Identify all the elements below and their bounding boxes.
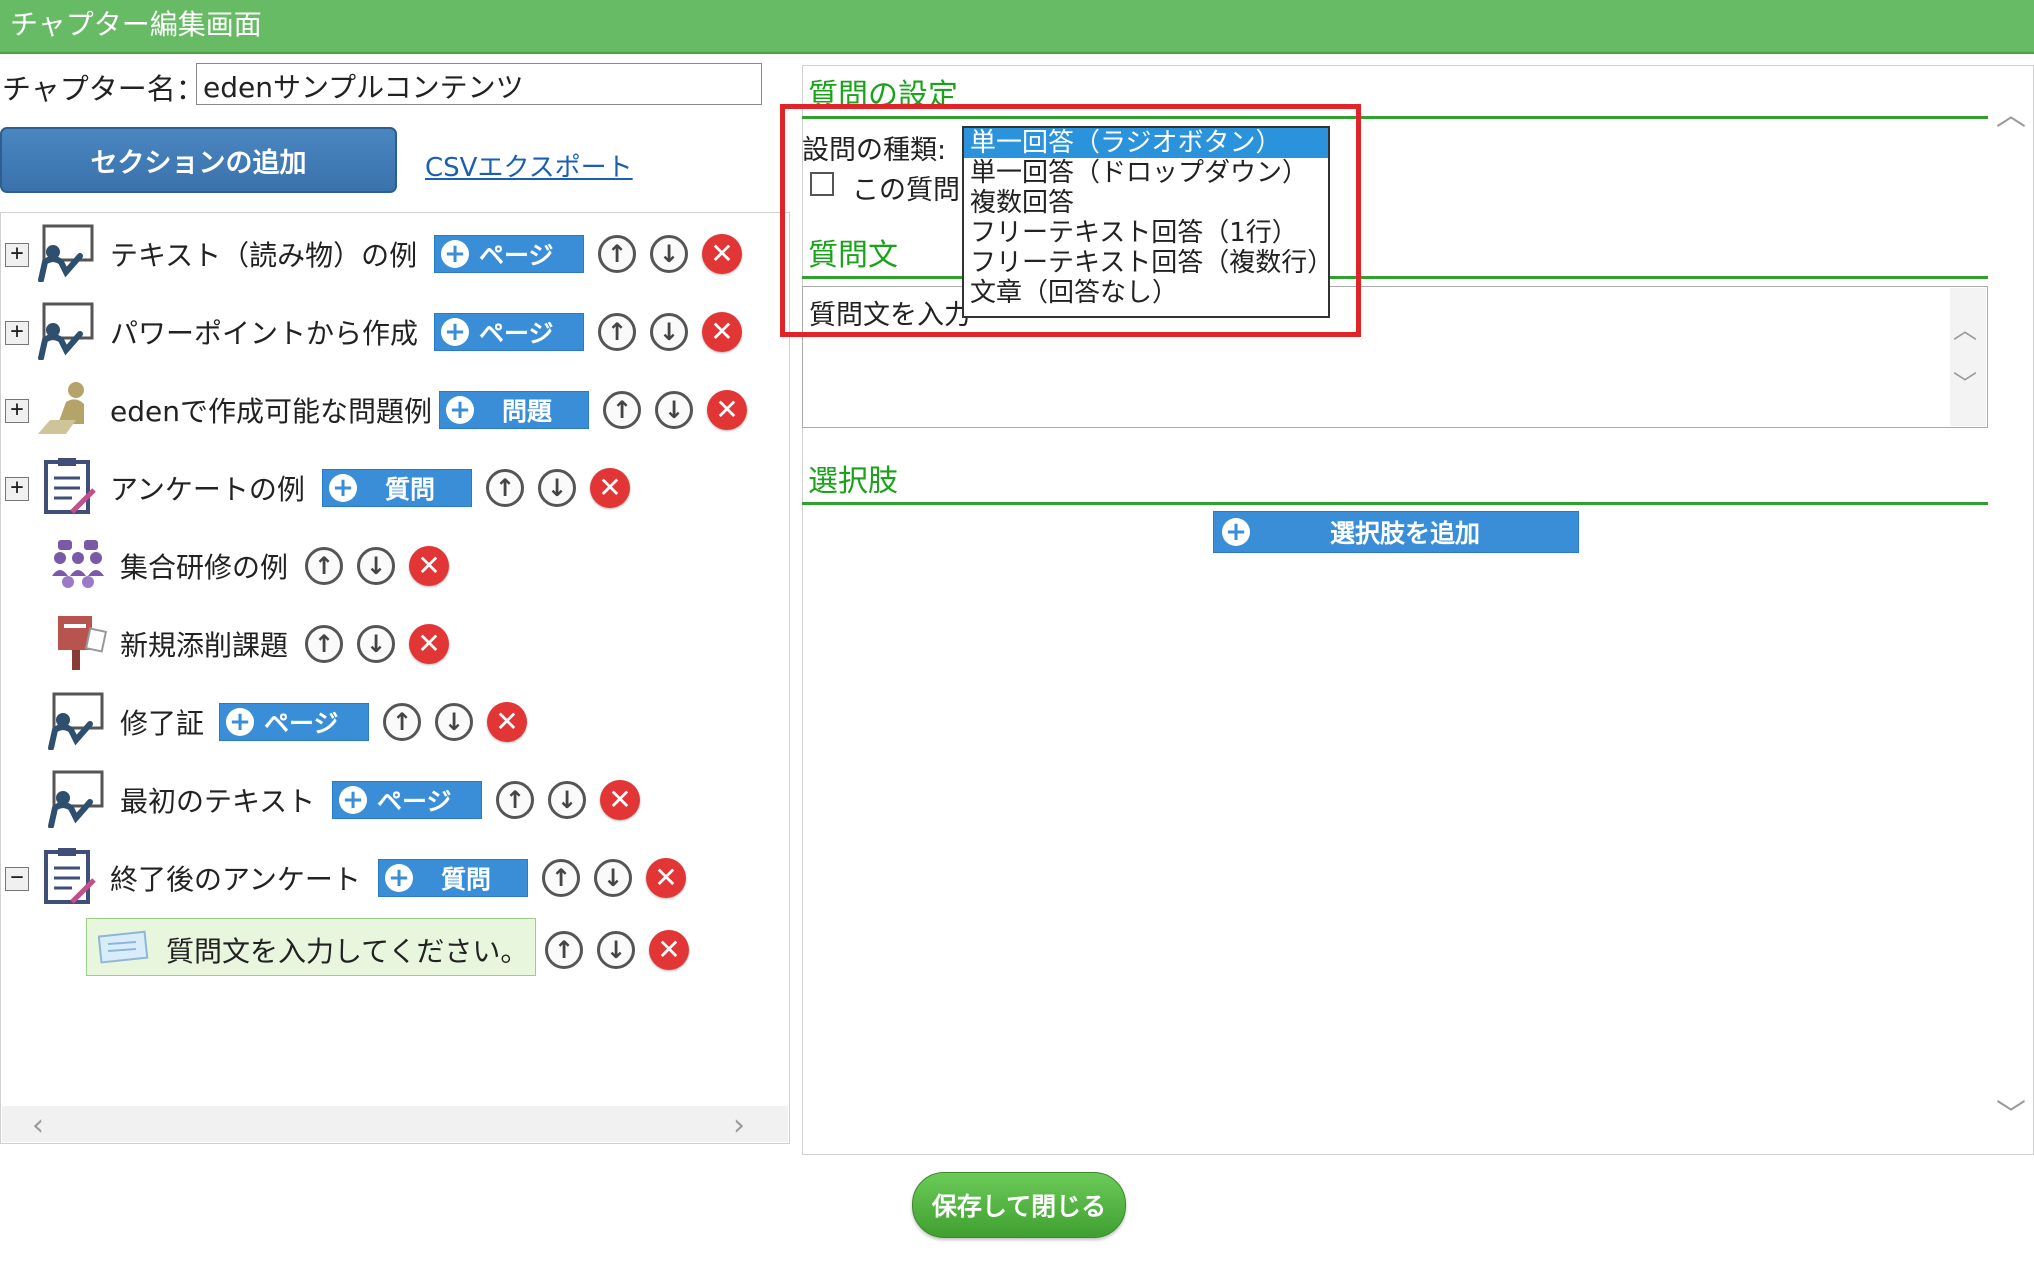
scroll-up-icon[interactable]: ︿ xyxy=(1953,310,1977,345)
window-title: チャプター編集画面 xyxy=(0,0,2034,54)
csv-export-link[interactable]: CSVエクスポート xyxy=(425,147,633,184)
tree-item-label[interactable]: 最初のテキスト xyxy=(120,780,315,820)
save-close-button[interactable]: 保存して閉じる xyxy=(912,1172,1126,1238)
scroll-down-icon[interactable]: ﹀ xyxy=(1953,364,1977,399)
plus-icon: + xyxy=(1222,517,1250,547)
clipboard-icon xyxy=(44,848,96,904)
add-section-button[interactable]: セクションの追加 xyxy=(0,127,397,193)
plus-icon: + xyxy=(441,318,469,346)
teacher-icon xyxy=(48,692,104,750)
plus-icon: + xyxy=(226,708,254,736)
highlight-annotation xyxy=(780,104,1361,337)
scroll-down-icon[interactable]: ﹀ xyxy=(1996,1090,2026,1134)
clipboard-icon xyxy=(44,458,96,514)
teacher-icon xyxy=(48,770,104,828)
delete-button[interactable]: ✕ xyxy=(649,930,689,970)
move-down-button[interactable]: ↓ xyxy=(548,781,586,819)
group-training-icon xyxy=(52,540,104,588)
move-up-button[interactable]: ↑ xyxy=(486,469,524,507)
move-up-button[interactable]: ↑ xyxy=(598,235,636,273)
scroll-left-icon[interactable]: ‹ xyxy=(32,1108,44,1143)
delete-button[interactable]: ✕ xyxy=(702,312,742,352)
move-down-button[interactable]: ↓ xyxy=(357,547,395,585)
delete-button[interactable]: ✕ xyxy=(590,468,630,508)
chapter-name-input[interactable]: edenサンプルコンテンツ xyxy=(196,63,762,105)
plus-icon: + xyxy=(441,240,469,268)
exam-desk-icon xyxy=(38,382,84,434)
plus-icon: + xyxy=(329,474,357,502)
choices-title: 選択肢 xyxy=(808,464,898,499)
add-choice-button[interactable]: + 選択肢を追加 xyxy=(1213,511,1579,553)
add-page-button[interactable]: + ページ xyxy=(434,313,584,351)
question-item-label[interactable]: 質問文を入力してください。 xyxy=(166,930,528,970)
expand-icon[interactable]: + xyxy=(5,399,29,423)
move-up-button[interactable]: ↑ xyxy=(598,313,636,351)
add-problem-button[interactable]: + 問題 xyxy=(439,391,589,429)
move-down-button[interactable]: ↓ xyxy=(594,859,632,897)
delete-button[interactable]: ✕ xyxy=(702,234,742,274)
delete-button[interactable]: ✕ xyxy=(707,390,747,430)
plus-icon: + xyxy=(385,864,413,892)
divider xyxy=(802,502,1988,505)
move-up-button[interactable]: ↑ xyxy=(383,703,421,741)
question-card-icon xyxy=(98,930,149,964)
move-down-button[interactable]: ↓ xyxy=(655,391,693,429)
plus-icon: + xyxy=(339,786,367,814)
delete-button[interactable]: ✕ xyxy=(600,780,640,820)
expand-icon[interactable]: + xyxy=(5,243,29,267)
plus-icon: + xyxy=(446,396,474,424)
delete-button[interactable]: ✕ xyxy=(409,624,449,664)
move-up-button[interactable]: ↑ xyxy=(496,781,534,819)
tree-item-label[interactable]: edenで作成可能な問題例 xyxy=(110,390,432,430)
tree-item-label[interactable]: 集合研修の例 xyxy=(120,546,288,586)
move-up-button[interactable]: ↑ xyxy=(545,931,583,969)
tree-item-label[interactable]: 修了証 xyxy=(120,702,204,742)
textarea-scrollbar[interactable] xyxy=(1950,288,1986,426)
move-up-button[interactable]: ↑ xyxy=(542,859,580,897)
move-up-button[interactable]: ↑ xyxy=(603,391,641,429)
expand-icon[interactable]: + xyxy=(5,321,29,345)
move-down-button[interactable]: ↓ xyxy=(435,703,473,741)
add-page-button[interactable]: + ページ xyxy=(219,703,369,741)
move-down-button[interactable]: ↓ xyxy=(650,313,688,351)
scroll-up-icon[interactable]: ︿ xyxy=(1996,90,2026,134)
move-down-button[interactable]: ↓ xyxy=(650,235,688,273)
add-question-button[interactable]: + 質問 xyxy=(378,859,528,897)
add-page-button[interactable]: + ページ xyxy=(434,235,584,273)
add-page-button[interactable]: + ページ xyxy=(332,781,482,819)
tree-item-label[interactable]: アンケートの例 xyxy=(110,468,305,508)
teacher-icon xyxy=(38,224,94,282)
expand-icon[interactable]: + xyxy=(5,477,29,501)
tree-item-label[interactable]: パワーポイントから作成 xyxy=(110,312,418,352)
delete-button[interactable]: ✕ xyxy=(646,858,686,898)
delete-button[interactable]: ✕ xyxy=(487,702,527,742)
tree-item-label[interactable]: テキスト（読み物）の例 xyxy=(110,234,417,274)
tree-item-label[interactable]: 新規添削課題 xyxy=(120,624,288,664)
collapse-icon[interactable]: − xyxy=(5,867,29,891)
move-up-button[interactable]: ↑ xyxy=(305,547,343,585)
delete-button[interactable]: ✕ xyxy=(409,546,449,586)
move-up-button[interactable]: ↑ xyxy=(305,625,343,663)
chapter-name-label: チャプター名： xyxy=(2,72,205,106)
post-box-icon xyxy=(58,616,108,670)
tree-item-label[interactable]: 終了後のアンケート xyxy=(110,858,361,898)
teacher-icon xyxy=(38,302,94,360)
scroll-right-icon[interactable]: › xyxy=(733,1108,745,1143)
add-question-button[interactable]: + 質問 xyxy=(322,469,472,507)
move-down-button[interactable]: ↓ xyxy=(357,625,395,663)
tree-horizontal-scrollbar[interactable] xyxy=(2,1106,788,1142)
move-down-button[interactable]: ↓ xyxy=(597,931,635,969)
move-down-button[interactable]: ↓ xyxy=(538,469,576,507)
